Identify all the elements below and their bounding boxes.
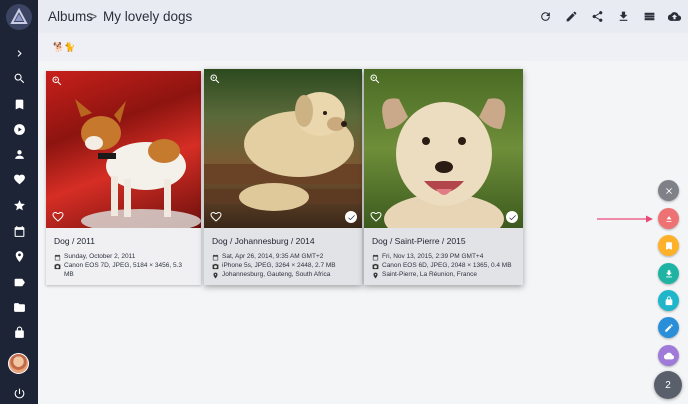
zoom-icon[interactable]	[369, 73, 381, 85]
person-icon[interactable]	[0, 142, 38, 166]
favorite-toggle-icon[interactable]	[52, 211, 64, 223]
avatar[interactable]	[8, 353, 29, 374]
annotation-arrow	[597, 215, 653, 223]
private-button[interactable]	[658, 290, 679, 311]
photo-camera-info[interactable]: Canon EOS 6D, JPEG, 2048 × 1365, 0.4 MB	[382, 262, 512, 271]
play-icon[interactable]	[0, 117, 38, 141]
edit-button[interactable]	[658, 317, 679, 338]
photo-thumbnail[interactable]	[204, 69, 362, 228]
photo-title[interactable]: Dog / Johannesburg / 2014	[212, 236, 354, 246]
camera-icon	[54, 263, 61, 269]
download-icon[interactable]	[614, 7, 632, 25]
photo-location[interactable]: Saint-Pierre, La Réunion, France	[382, 271, 477, 280]
place-icon	[213, 272, 218, 279]
close-icon	[665, 187, 672, 194]
zoom-icon[interactable]	[51, 75, 63, 87]
photo-thumbnail[interactable]	[46, 71, 201, 228]
archive-icon	[666, 215, 671, 222]
place-icon	[373, 272, 378, 279]
bookmark-icon[interactable]	[0, 92, 38, 116]
edit-icon	[664, 323, 673, 332]
selected-check-icon[interactable]	[506, 211, 518, 223]
photo-title[interactable]: Dog / Saint-Pierre / 2015	[372, 236, 515, 246]
expand-sidebar-icon[interactable]	[0, 41, 38, 65]
app-logo[interactable]	[6, 4, 32, 30]
label-icon[interactable]	[0, 270, 38, 294]
lock-icon	[665, 295, 672, 305]
edit-icon[interactable]	[562, 7, 580, 25]
photo-card[interactable]: Dog / Johannesburg / 2014 Sat, Apr 26, 2…	[204, 69, 362, 286]
photo-date[interactable]: Sunday, October 2, 2011	[64, 253, 135, 262]
power-icon[interactable]	[0, 381, 38, 404]
photo-date[interactable]: Sat, Apr 26, 2014, 9:35 AM GMT+2	[222, 253, 323, 262]
album-emoji: 🐕🐈	[53, 42, 76, 52]
calendar-icon	[212, 254, 219, 261]
selection-count-badge[interactable]: 2	[654, 371, 682, 399]
close-selection-button[interactable]	[658, 180, 679, 201]
lock-icon[interactable]	[0, 320, 38, 344]
photo-thumbnail[interactable]	[364, 69, 523, 228]
top-bar: Albums > My lovely dogs	[38, 0, 688, 33]
album-description-bar: 🐕🐈	[38, 33, 688, 61]
page-title: My lovely dogs	[103, 9, 193, 24]
download-button[interactable]	[658, 263, 679, 284]
archive-button[interactable]	[658, 208, 679, 229]
photo-title[interactable]: Dog / 2011	[54, 236, 193, 246]
camera-icon	[212, 263, 219, 269]
view-list-icon[interactable]	[640, 7, 658, 25]
favorite-icon[interactable]	[0, 167, 38, 191]
favorite-toggle-icon[interactable]	[210, 211, 222, 223]
calendar-icon	[54, 254, 61, 261]
upload-button[interactable]	[658, 345, 679, 366]
photo-location[interactable]: Johannesburg, Gauteng, South Africa	[222, 271, 330, 280]
zoom-icon[interactable]	[209, 73, 221, 85]
breadcrumb-separator: >	[89, 8, 98, 24]
star-icon[interactable]	[0, 193, 38, 217]
refresh-icon[interactable]	[536, 7, 554, 25]
photo-card[interactable]: Dog / Saint-Pierre / 2015 Fri, Nov 13, 2…	[364, 69, 523, 286]
selected-check-icon[interactable]	[345, 211, 357, 223]
download-icon	[665, 269, 672, 277]
photo-card[interactable]: Dog / 2011 Sunday, October 2, 2011 Canon…	[46, 71, 201, 286]
bookmark-icon	[665, 241, 672, 250]
camera-icon	[372, 263, 379, 269]
upload-icon[interactable]	[665, 7, 683, 25]
photo-camera-info[interactable]: Canon EOS 7D, JPEG, 5184 × 3456, 5.3 MB	[64, 262, 193, 280]
calendar-icon	[372, 254, 379, 261]
add-to-album-button[interactable]	[658, 235, 679, 256]
favorite-toggle-icon[interactable]	[370, 211, 382, 223]
breadcrumb-albums[interactable]: Albums	[48, 9, 93, 24]
photo-date[interactable]: Fri, Nov 13, 2015, 2:39 PM GMT+4	[382, 253, 483, 262]
share-icon[interactable]	[588, 7, 606, 25]
cloud-icon	[663, 352, 674, 359]
search-icon[interactable]	[0, 66, 38, 90]
calendar-icon[interactable]	[0, 219, 38, 243]
photo-camera-info[interactable]: iPhone 5s, JPEG, 3264 × 2448, 2.7 MB	[222, 262, 336, 271]
place-icon[interactable]	[0, 244, 38, 268]
sidebar	[0, 0, 38, 404]
folder-icon[interactable]	[0, 295, 38, 319]
